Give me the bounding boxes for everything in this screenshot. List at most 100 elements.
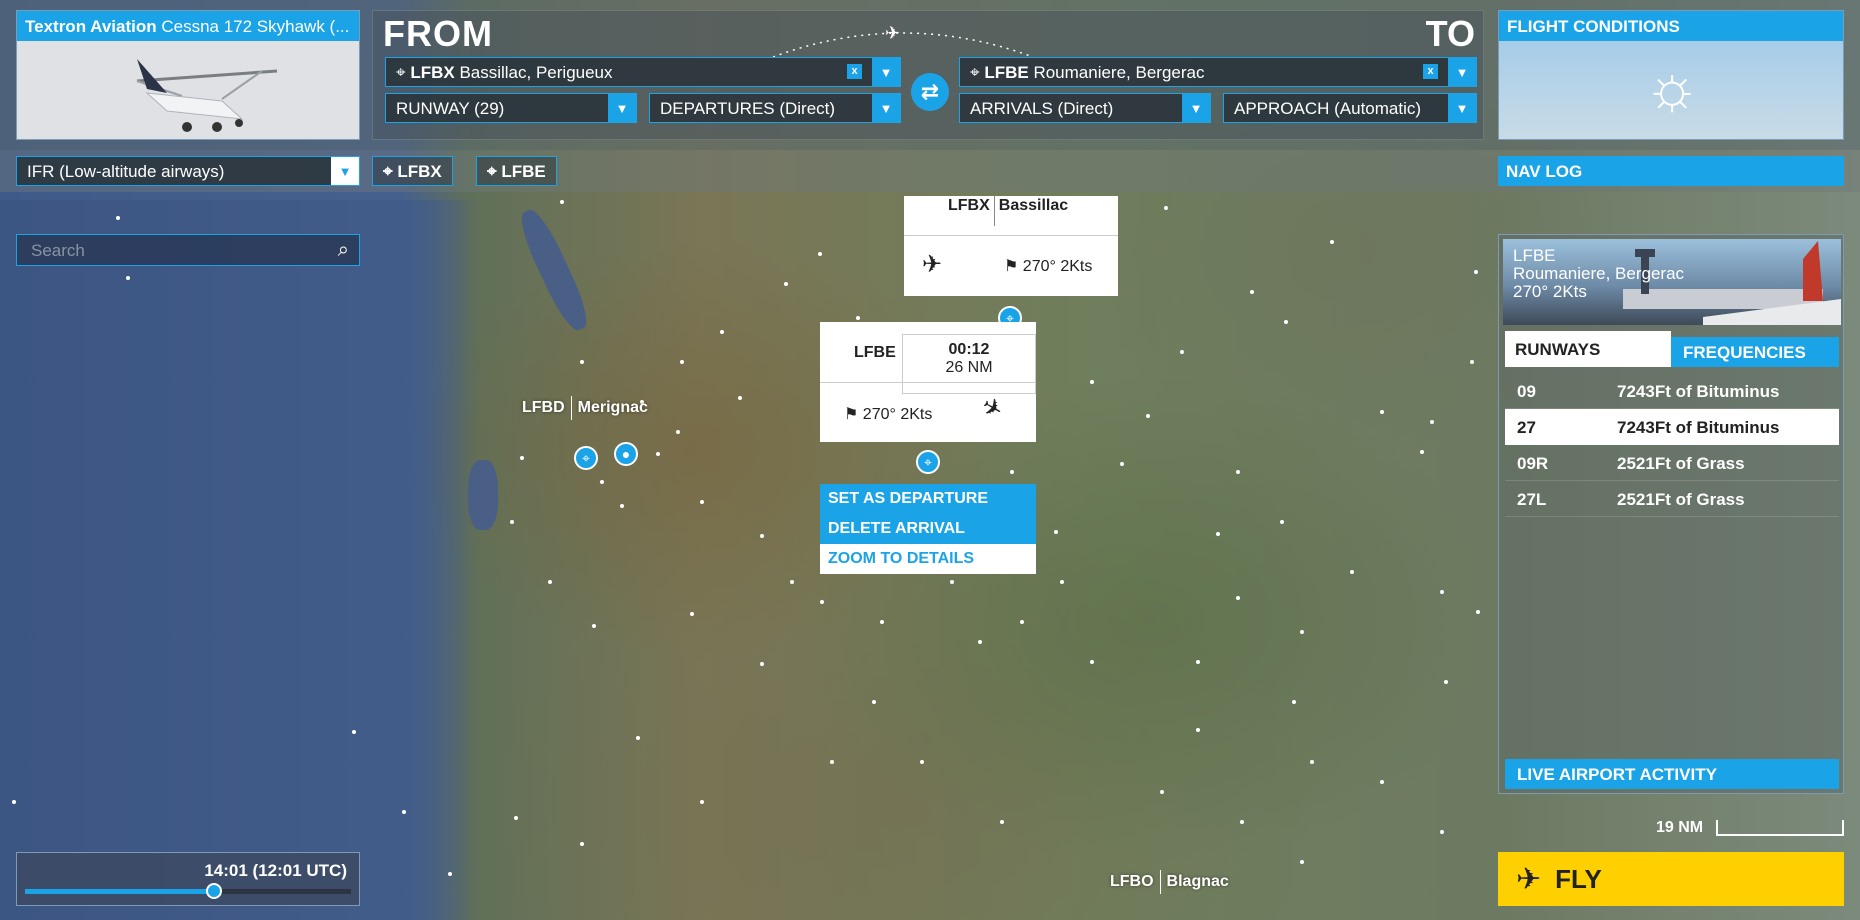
tab-frequencies[interactable]: FREQUENCIES (1671, 337, 1839, 367)
airport-dot[interactable] (720, 330, 724, 334)
airport-dot[interactable] (818, 252, 822, 256)
airport-dot[interactable] (1240, 820, 1244, 824)
airport-dot[interactable] (680, 360, 684, 364)
airport-dot[interactable] (856, 316, 860, 320)
location-pin-icon[interactable]: ● (614, 442, 638, 466)
airport-dot[interactable] (1300, 860, 1304, 864)
airport-dot[interactable] (920, 760, 924, 764)
airport-dot[interactable] (580, 842, 584, 846)
airport-dot[interactable] (514, 816, 518, 820)
runway-select[interactable]: RUNWAY (29) ▼ (385, 93, 637, 123)
airport-dot[interactable] (1430, 420, 1434, 424)
airport-dot[interactable] (1120, 462, 1124, 466)
approach-select[interactable]: APPROACH (Automatic) ▼ (1223, 93, 1477, 123)
airport-dot[interactable] (1090, 660, 1094, 664)
flight-type-select[interactable]: IFR (Low-altitude airways) ▼ (16, 156, 360, 186)
live-airport-activity-button[interactable]: LIVE AIRPORT ACTIVITY (1505, 759, 1839, 789)
airport-dot[interactable] (1444, 680, 1448, 684)
airport-dot[interactable] (1476, 610, 1480, 614)
departures-select[interactable]: DEPARTURES (Direct) ▼ (649, 93, 901, 123)
airport-dot[interactable] (1180, 350, 1184, 354)
airport-dot[interactable] (950, 580, 954, 584)
airport-dot[interactable] (1292, 700, 1296, 704)
airport-dot[interactable] (1160, 790, 1164, 794)
airport-dot[interactable] (620, 504, 624, 508)
chevron-down-icon[interactable]: ▼ (872, 94, 900, 122)
chevron-down-icon[interactable]: ▼ (608, 94, 636, 122)
departure-select[interactable]: ⌖ LFBX Bassillac, Perigueux x ▼ (385, 57, 901, 87)
airport-dot[interactable] (580, 360, 584, 364)
runway-row[interactable]: 27 7243Ft of Bituminus (1505, 409, 1839, 445)
airport-dot[interactable] (872, 700, 876, 704)
airport-dot[interactable] (1060, 580, 1064, 584)
airport-dot[interactable] (352, 730, 356, 734)
airport-dot[interactable] (1380, 780, 1384, 784)
map-label-merignac[interactable]: LFBD Merignac (522, 396, 648, 420)
airport-dot[interactable] (760, 662, 764, 666)
airport-dot[interactable] (676, 430, 680, 434)
airport-dot[interactable] (1196, 660, 1200, 664)
waypoint-arrival[interactable]: ⌖ LFBE (476, 156, 557, 186)
airport-dot[interactable] (1020, 620, 1024, 624)
chevron-down-icon[interactable]: ▼ (1448, 94, 1476, 122)
airport-dot[interactable] (1250, 290, 1254, 294)
airport-dot[interactable] (402, 810, 406, 814)
airport-dot[interactable] (1000, 820, 1004, 824)
zoom-to-details-button[interactable]: ZOOM TO DETAILS (820, 544, 1036, 574)
airport-dot[interactable] (1216, 532, 1220, 536)
airport-dot[interactable] (1470, 360, 1474, 364)
search-input[interactable]: Search ⌕ (16, 234, 360, 266)
airport-dot[interactable] (1280, 520, 1284, 524)
airport-dot[interactable] (520, 456, 524, 460)
airport-dot[interactable] (636, 736, 640, 740)
runway-row[interactable]: 09R 2521Ft of Grass (1505, 445, 1839, 481)
airport-dot[interactable] (600, 480, 604, 484)
fly-button[interactable]: ✈ FLY (1498, 852, 1844, 906)
airport-dot[interactable] (1236, 470, 1240, 474)
airport-dot[interactable] (1310, 760, 1314, 764)
flight-conditions-panel[interactable]: FLIGHT CONDITIONS ☼ (1498, 10, 1844, 140)
airport-dot[interactable] (830, 760, 834, 764)
time-slider[interactable] (25, 883, 351, 899)
airport-dot[interactable] (978, 640, 982, 644)
arrival-select[interactable]: ⌖ LFBE Roumaniere, Bergerac x ▼ (959, 57, 1477, 87)
map-label-blagnac[interactable]: LFBO Blagnac (1110, 870, 1229, 894)
airport-dot[interactable] (1380, 410, 1384, 414)
airport-dot[interactable] (1146, 414, 1150, 418)
time-slider-handle[interactable] (206, 883, 223, 899)
airport-dot[interactable] (560, 200, 564, 204)
arrival-airport-card[interactable]: LFBE 00:12 26 NM ⚑ 270° 2Kts ✈ (820, 322, 1036, 442)
airport-dot[interactable] (126, 276, 130, 280)
chevron-down-icon[interactable]: ▼ (1448, 58, 1476, 86)
airport-dot[interactable] (1090, 380, 1094, 384)
airport-dot[interactable] (700, 800, 704, 804)
airport-dot[interactable] (790, 580, 794, 584)
clear-arrival-icon[interactable]: x (1423, 64, 1438, 79)
airport-dot[interactable] (656, 452, 660, 456)
airport-dot[interactable] (1330, 240, 1334, 244)
airport-dot[interactable] (700, 500, 704, 504)
airport-dot[interactable] (738, 396, 742, 400)
airport-dot[interactable] (12, 800, 16, 804)
airport-dot[interactable] (592, 624, 596, 628)
aircraft-selector[interactable]: Textron Aviation Cessna 172 Skyhawk (... (16, 10, 360, 140)
arrivals-select[interactable]: ARRIVALS (Direct) ▼ (959, 93, 1211, 123)
airport-dot[interactable] (1350, 570, 1354, 574)
airport-dot[interactable] (1196, 728, 1200, 732)
chevron-down-icon[interactable]: ▼ (872, 58, 900, 86)
tab-runways[interactable]: RUNWAYS (1505, 331, 1671, 367)
clear-departure-icon[interactable]: x (847, 64, 862, 79)
airport-dot[interactable] (1054, 530, 1058, 534)
swap-icon[interactable]: ⇄ (911, 73, 949, 111)
runway-row[interactable]: 09 7243Ft of Bituminus (1505, 373, 1839, 409)
arrival-airport-pin[interactable]: ⌖ (916, 450, 940, 474)
airport-dot[interactable] (1164, 206, 1168, 210)
airport-dot[interactable] (820, 600, 824, 604)
airport-dot[interactable] (1440, 830, 1444, 834)
airport-dot[interactable] (1010, 470, 1014, 474)
runway-row[interactable]: 27L 2521Ft of Grass (1505, 481, 1839, 517)
airport-dot[interactable] (116, 216, 120, 220)
waypoint-departure[interactable]: ⌖ LFBX (372, 156, 453, 186)
airport-dot[interactable] (880, 620, 884, 624)
delete-arrival-button[interactable]: DELETE ARRIVAL (820, 514, 1036, 544)
